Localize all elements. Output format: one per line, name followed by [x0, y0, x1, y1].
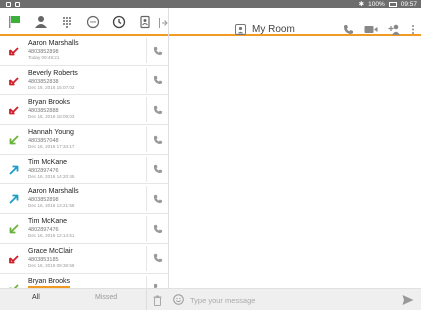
call-item[interactable]: Aaron Marshalls 4803852898 Today 09:48:21	[0, 36, 168, 66]
video-icon[interactable]	[364, 24, 378, 35]
incoming-call-icon	[9, 224, 19, 234]
clock: 09:57	[400, 0, 417, 8]
call-time: Dec 16, 2016 13:21:58	[28, 203, 75, 209]
call-item[interactable]: Tim McKane 4802897476 Dec 16, 2016 12:14:5…	[0, 214, 168, 244]
caller-name: Bryan Brooks	[28, 99, 71, 107]
call-item[interactable]: Grace McClair 4803853185 Dec 16, 2016 09:3…	[0, 244, 168, 274]
add-user-icon[interactable]	[388, 24, 401, 35]
panel-divider	[168, 8, 169, 310]
collapse-panel-button[interactable]	[158, 16, 168, 28]
smiley-icon[interactable]	[173, 294, 184, 305]
contact-icon	[35, 16, 47, 28]
call-time: Dec 16, 2016 15:07:02	[28, 84, 75, 90]
collapse-icon	[159, 18, 168, 28]
trash-icon	[153, 295, 162, 306]
phone-icon	[153, 254, 162, 263]
call-back-button[interactable]	[146, 245, 168, 271]
status-bar: ✱ 100% 09:57	[0, 0, 421, 8]
tab-contacts[interactable]	[136, 13, 154, 31]
caller-name: Tim McKane	[28, 218, 68, 226]
room-header: My Room	[235, 21, 295, 37]
tab-flag[interactable]	[6, 13, 24, 31]
call-back-button[interactable]	[146, 127, 168, 153]
dialpad-icon	[63, 17, 71, 28]
call-time: Dec 16, 2016 14:20:45	[28, 173, 75, 179]
tab-profile[interactable]	[32, 13, 50, 31]
call-time: Today 09:48:21	[28, 55, 60, 60]
status-icons-left	[6, 0, 20, 8]
phone-icon	[153, 165, 162, 174]
outgoing-call-icon	[9, 165, 19, 175]
call-time: Dec 16, 2016 18:09:03	[28, 114, 75, 120]
call-back-button[interactable]	[146, 38, 168, 63]
caller-name: Hannah Young	[28, 129, 74, 137]
phone-icon[interactable]	[343, 24, 354, 35]
chat-icon	[86, 15, 100, 29]
bluetooth-icon: ✱	[358, 1, 365, 8]
call-back-button[interactable]	[146, 97, 168, 123]
location-icon	[15, 1, 20, 7]
incoming-call-icon	[9, 135, 19, 145]
caller-name: Tim McKane	[28, 158, 68, 166]
call-time: Dec 16, 2016 12:14:51	[28, 233, 75, 239]
call-item[interactable]: Aaron Marshalls 4803852898 Dec 16, 2016 13…	[0, 184, 168, 215]
missed-call-icon	[9, 47, 19, 56]
battery-percent: 100%	[368, 0, 385, 8]
top-bar: My Room	[0, 8, 421, 36]
phone-icon	[153, 105, 162, 114]
flag-icon	[9, 16, 20, 28]
contacts-book-icon	[140, 15, 150, 29]
notification-icon	[6, 1, 11, 7]
delete-history-button[interactable]	[146, 289, 168, 310]
history-icon	[112, 15, 126, 29]
call-item[interactable]: Bryan Brooks	[0, 274, 168, 288]
tab-chat[interactable]	[84, 13, 102, 31]
tab-missed[interactable]: Missed	[95, 294, 117, 301]
call-back-button[interactable]	[146, 216, 168, 242]
call-history-list: Aaron Marshalls 4803852898 Today 09:48:21 B…	[0, 36, 168, 288]
phone-icon	[153, 46, 162, 55]
call-back-button[interactable]	[146, 67, 168, 93]
caller-name: Aaron Marshalls	[28, 40, 79, 47]
room-actions	[343, 21, 415, 37]
caller-name: Bryan Brooks	[28, 277, 71, 285]
call-item[interactable]: Bryan Brooks 4803852888 Dec 16, 2016 18:09…	[0, 95, 168, 126]
battery-icon	[388, 1, 397, 7]
main-tabs	[0, 8, 168, 36]
message-input[interactable]	[190, 293, 390, 307]
call-time: Dec 16, 2016 09:36:58	[28, 262, 75, 268]
tab-history[interactable]	[102, 13, 136, 36]
phone-icon	[153, 224, 162, 233]
phone-icon	[153, 194, 162, 204]
tab-all[interactable]: All	[32, 294, 40, 301]
phone-icon	[153, 135, 162, 144]
more-icon[interactable]	[411, 24, 415, 35]
room-title: My Room	[252, 23, 295, 35]
call-time: Dec 16, 2016 17:34:17	[28, 144, 75, 150]
call-item[interactable]: Tim McKane 4802897476 Dec 16, 2016 14:20:4…	[0, 155, 168, 185]
call-item[interactable]: Beverly Roberts 4803852838 Dec 16, 2016 15…	[0, 66, 168, 96]
missed-call-icon	[9, 255, 19, 264]
send-icon[interactable]	[402, 294, 414, 306]
call-back-button[interactable]	[146, 186, 168, 212]
phone-icon	[153, 76, 162, 85]
caller-name: Grace McClair	[28, 247, 73, 255]
call-item[interactable]: Hannah Young 4803857048 Dec 16, 2016 17:34…	[0, 125, 168, 155]
missed-call-icon	[9, 106, 19, 115]
bottom-bar: All Missed	[0, 288, 421, 310]
missed-call-icon	[9, 77, 19, 86]
status-icons-right: ✱ 100% 09:57	[358, 0, 417, 9]
room-icon	[235, 23, 246, 35]
tab-dialpad[interactable]	[58, 13, 76, 31]
caller-name: Beverly Roberts	[28, 69, 78, 77]
call-back-button[interactable]	[146, 156, 168, 182]
caller-name: Aaron Marshalls	[28, 188, 79, 196]
call-back-button[interactable]	[146, 275, 168, 288]
outgoing-call-icon	[9, 195, 19, 205]
